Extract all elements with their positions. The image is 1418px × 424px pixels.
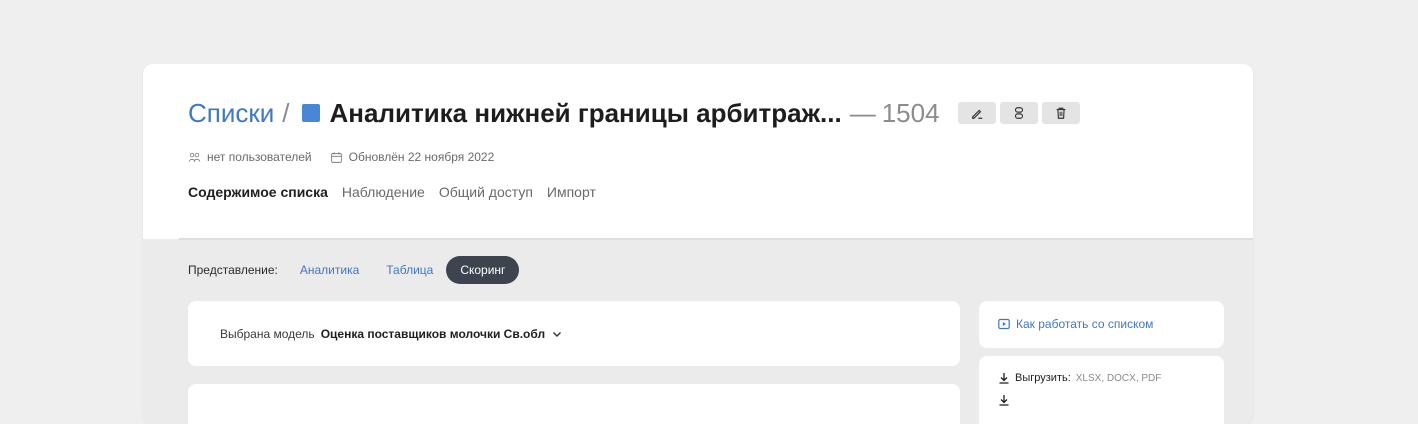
export-row: Выгрузить: XLSX, DOCX, PDF xyxy=(998,372,1161,384)
list-name: Аналитика нижней границы арбитраж... xyxy=(329,97,842,128)
model-value: Оценка поставщиков молочки Св.обл xyxy=(320,327,546,341)
download-icon xyxy=(999,395,1009,406)
header-divider xyxy=(179,238,1253,240)
list-count: 1504 xyxy=(881,97,940,128)
model-selector[interactable]: Выбрана модель Оценка поставщиков молочк… xyxy=(220,327,563,341)
model-label: Выбрана модель xyxy=(220,327,315,341)
title-actions xyxy=(957,102,1080,124)
breadcrumb-lists-link[interactable]: Списки xyxy=(188,98,274,129)
view-switcher: Представление: Аналитика Таблица Скоринг xyxy=(188,256,520,284)
list-color-marker xyxy=(301,104,320,122)
how-to-link-text: Как работать со списком xyxy=(1016,317,1154,331)
export-panel: Выгрузить: XLSX, DOCX, PDF xyxy=(979,356,1224,424)
edit-button[interactable] xyxy=(957,102,996,124)
users-icon xyxy=(188,152,201,162)
tab-monitoring[interactable]: Наблюдение xyxy=(342,184,425,200)
updated-meta: Обновлён 22 ноября 2022 xyxy=(330,150,495,164)
tab-import[interactable]: Импорт xyxy=(547,184,596,200)
content-panel xyxy=(188,384,960,424)
view-option-table[interactable]: Таблица xyxy=(386,263,433,277)
export-xlsx-link[interactable]: XLSX xyxy=(1076,373,1102,384)
download-icon xyxy=(999,373,1009,384)
tab-sharing[interactable]: Общий доступ xyxy=(439,184,533,200)
delete-button[interactable] xyxy=(1041,102,1080,124)
page-title: Списки / Аналитика нижней границы арбитр… xyxy=(188,98,1080,128)
how-to-link[interactable]: Как работать со списком xyxy=(998,317,1153,331)
count-separator: — xyxy=(849,97,876,128)
export-pdf-link[interactable]: PDF xyxy=(1141,373,1161,384)
list-tabs: Содержимое списка Наблюдение Общий досту… xyxy=(188,184,596,200)
breadcrumb-separator: / xyxy=(282,97,290,128)
users-meta-text: нет пользователей xyxy=(207,150,312,164)
model-panel: Выбрана модель Оценка поставщиков молочк… xyxy=(188,301,960,366)
edit-icon xyxy=(971,109,982,119)
updated-meta-text: Обновлён 22 ноября 2022 xyxy=(348,150,495,164)
second-action-row[interactable] xyxy=(998,394,1015,406)
users-meta: нет пользователей xyxy=(188,150,312,164)
list-header: Списки / Аналитика нижней границы арбитр… xyxy=(143,64,1253,239)
export-docx-link[interactable]: DOCX xyxy=(1107,373,1136,384)
export-label: Выгрузить: xyxy=(1015,372,1071,384)
tab-contents[interactable]: Содержимое списка xyxy=(188,184,328,200)
help-panel: Как работать со списком xyxy=(979,301,1224,348)
view-option-scoring[interactable]: Скоринг xyxy=(446,256,520,284)
view-label: Представление: xyxy=(188,263,278,277)
export-formats: XLSX, DOCX, PDF xyxy=(1075,372,1162,384)
link-icon xyxy=(1014,107,1023,119)
play-icon xyxy=(998,318,1010,330)
link-button[interactable] xyxy=(999,102,1038,124)
calendar-icon xyxy=(330,151,342,163)
list-card: Списки / Аналитика нижней границы арбитр… xyxy=(143,64,1253,424)
list-meta: нет пользователей Обновлён 22 ноября 202… xyxy=(188,150,512,164)
trash-icon xyxy=(1056,107,1065,119)
chevron-down-icon xyxy=(551,328,563,340)
view-option-analytics[interactable]: Аналитика xyxy=(300,263,359,277)
